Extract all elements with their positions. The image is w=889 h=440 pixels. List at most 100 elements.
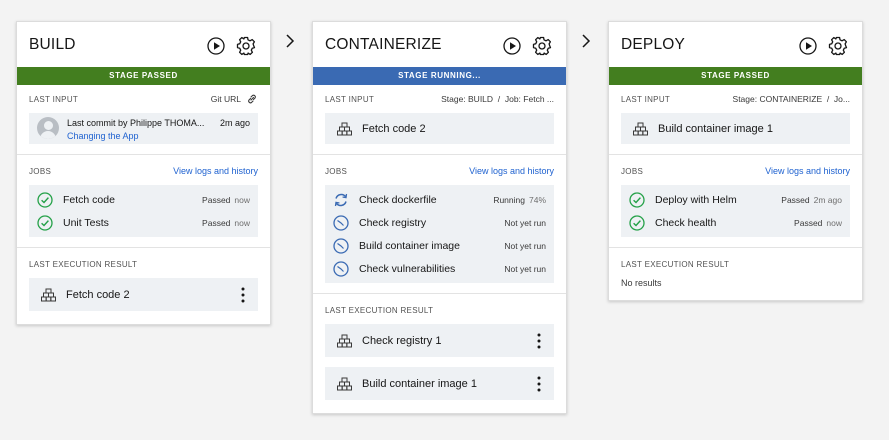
section-label: LAST INPUT [325, 94, 375, 104]
job-row[interactable]: Check health Passed now [629, 211, 842, 234]
jobs-section: JOBS View logs and history Fetch code Pa… [17, 154, 270, 247]
commit-message-link[interactable]: Changing the App [67, 130, 250, 143]
last-input-section: LAST INPUT Stage: CONTAINERIZE / Jo... B… [609, 85, 862, 154]
job-time: now [234, 217, 250, 228]
stage-card-deploy: DEPLOY STAGE PASSED LAST INPUT Stage: CO… [608, 21, 863, 301]
play-circle-icon[interactable] [206, 36, 226, 56]
section-label: JOBS [29, 166, 52, 176]
job-row[interactable]: Check dockerfile Running 74% [333, 188, 546, 211]
result-item[interactable]: Fetch code 2 [29, 278, 258, 311]
stack-icon [337, 122, 352, 135]
job-name: Fetch code [63, 193, 115, 206]
section-label: LAST EXECUTION RESULT [621, 259, 730, 269]
gear-icon[interactable] [236, 36, 256, 56]
job-name: Check health [655, 216, 717, 229]
link-icon[interactable] [246, 93, 258, 105]
play-circle-icon[interactable] [502, 36, 522, 56]
job-row[interactable]: Unit Tests Passed now [37, 211, 250, 234]
input-source: Stage: CONTAINERIZE / Jo... [732, 94, 850, 104]
gear-icon[interactable] [532, 36, 552, 56]
chevron-right-icon [286, 34, 295, 48]
result-item[interactable]: Check registry 1 [325, 324, 554, 357]
avatar [37, 117, 59, 139]
card-header: BUILD [17, 22, 270, 67]
job-row[interactable]: Check registry Not yet run [333, 211, 546, 234]
job-time: now [826, 217, 842, 228]
job-time: 2m ago [813, 194, 842, 205]
last-execution-section: LAST EXECUTION RESULT Check registry 1 B… [313, 293, 566, 413]
card-header: DEPLOY [609, 22, 862, 67]
input-item-name: Fetch code 2 [362, 122, 426, 135]
result-name: Fetch code 2 [66, 288, 130, 301]
job-list: Fetch code Passed now Unit Tests Passed no… [29, 185, 258, 237]
job-status: Running [493, 194, 525, 205]
last-input-section: LAST INPUT Stage: BUILD / Job: Fetch ...… [313, 85, 566, 154]
stage-title: BUILD [29, 36, 76, 53]
section-label: JOBS [325, 166, 348, 176]
card-header: CONTAINERIZE [313, 22, 566, 67]
view-logs-link[interactable]: View logs and history [469, 166, 554, 176]
job-status: Not yet run [504, 263, 546, 274]
input-item[interactable]: Fetch code 2 [325, 113, 554, 144]
stage-card-containerize: CONTAINERIZE STAGE RUNNING... LAST INPUT… [312, 21, 567, 414]
job-name: Unit Tests [63, 216, 109, 229]
stack-icon [41, 288, 56, 301]
job-name: Check vulnerabilities [359, 262, 456, 275]
job-list: Check dockerfile Running 74% Check regist… [325, 185, 554, 283]
input-source: Stage: BUILD / Job: Fetch ... [441, 94, 554, 104]
checkmark-circle-icon [37, 214, 53, 231]
view-logs-link[interactable]: View logs and history [765, 166, 850, 176]
chevron-right-icon [582, 34, 591, 48]
section-label: LAST INPUT [621, 94, 671, 104]
job-name: Check dockerfile [359, 193, 437, 206]
view-logs-link[interactable]: View logs and history [173, 166, 258, 176]
last-execution-section: LAST EXECUTION RESULT No results [609, 247, 862, 300]
section-label: LAST INPUT [29, 94, 79, 104]
job-status: Passed [202, 194, 231, 205]
overflow-menu-icon[interactable] [532, 332, 546, 350]
job-row[interactable]: Deploy with Helm Passed 2m ago [629, 188, 842, 211]
play-circle-icon[interactable] [798, 36, 818, 56]
checkmark-circle-icon [629, 214, 645, 231]
renew-icon [334, 193, 348, 206]
job-name: Build container image [359, 239, 460, 252]
result-name: Build container image 1 [362, 377, 477, 390]
clock-icon [333, 214, 349, 231]
job-name: Deploy with Helm [655, 193, 737, 206]
job-progress: 74% [528, 194, 546, 205]
jobs-section: JOBS View logs and history Deploy with H… [609, 154, 862, 247]
overflow-menu-icon[interactable] [532, 375, 546, 393]
checkmark-circle-icon [37, 191, 53, 208]
overflow-menu-icon[interactable] [236, 286, 250, 304]
input-item-name: Build container image 1 [658, 122, 773, 135]
stage-title: DEPLOY [621, 36, 686, 53]
stage-status-badge: STAGE RUNNING... [313, 67, 566, 85]
stage-status-badge: STAGE PASSED [17, 67, 270, 85]
clock-icon [333, 260, 349, 277]
stack-icon [337, 334, 352, 347]
checkmark-circle-icon [629, 191, 645, 208]
stage-status-badge: STAGE PASSED [609, 67, 862, 85]
job-list: Deploy with Helm Passed 2m ago Check heal… [621, 185, 850, 237]
clock-icon [333, 237, 349, 254]
result-name: Check registry 1 [362, 334, 442, 347]
section-label: LAST EXECUTION RESULT [29, 259, 138, 269]
stage-title: CONTAINERIZE [325, 36, 442, 53]
job-row[interactable]: Build container image Not yet run [333, 234, 546, 257]
result-item[interactable]: Build container image 1 [325, 367, 554, 400]
gear-icon[interactable] [828, 36, 848, 56]
job-status: Not yet run [504, 240, 546, 251]
commit-time: 2m ago [219, 118, 250, 128]
no-results-text: No results [621, 278, 662, 288]
job-time: now [234, 194, 250, 205]
job-status: Passed [781, 194, 810, 205]
last-execution-section: LAST EXECUTION RESULT Fetch code 2 [17, 247, 270, 324]
job-row[interactable]: Check vulnerabilities Not yet run [333, 257, 546, 280]
stage-card-build: BUILD STAGE PASSED LAST INPUT Git URL La… [16, 21, 271, 325]
jobs-section: JOBS View logs and history Check dockerf… [313, 154, 566, 293]
input-item[interactable]: Build container image 1 [621, 113, 850, 144]
stack-icon [633, 122, 648, 135]
job-status: Passed [794, 217, 823, 228]
commit-box: Last commit by Philippe THOMA... 2m ago … [29, 113, 258, 144]
job-row[interactable]: Fetch code Passed now [37, 188, 250, 211]
